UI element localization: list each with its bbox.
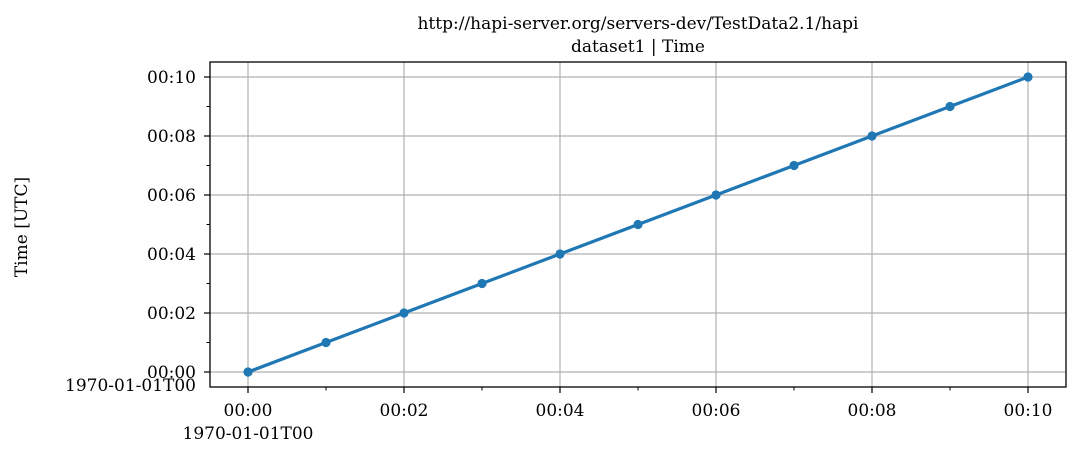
chart-subtitle: dataset1 | Time — [571, 37, 705, 57]
data-point — [711, 190, 721, 200]
data-point — [1023, 72, 1033, 82]
x-tick-label: 00:04 — [536, 401, 585, 421]
y-tick-label: 00:02 — [147, 304, 196, 324]
plot-area — [243, 72, 1033, 377]
x-tick-label: 00:00 — [224, 401, 273, 421]
chart-title: http://hapi-server.org/servers-dev/TestD… — [417, 14, 859, 34]
y-tick-label: 00:04 — [147, 245, 196, 265]
data-point — [399, 308, 409, 318]
data-point — [555, 249, 565, 259]
x-axis-reference-label: 1970-01-01T00 — [183, 424, 314, 444]
data-point — [243, 367, 253, 377]
data-point — [945, 101, 955, 112]
x-tick-label: 00:08 — [848, 401, 897, 421]
x-tick-label: 00:06 — [692, 401, 741, 421]
data-point — [633, 219, 643, 230]
x-tick-label: 00:02 — [380, 401, 429, 421]
data-point — [477, 278, 487, 289]
y-tick-label: 00:06 — [147, 186, 196, 206]
x-tick-label: 00:10 — [1004, 401, 1053, 421]
chart: http://hapi-server.org/servers-dev/TestD… — [12, 14, 1067, 444]
y-tick-label: 00:08 — [147, 127, 196, 147]
data-point — [867, 131, 877, 141]
y-axis-reference-label: 1970-01-01T00 — [65, 376, 196, 396]
y-tick-label: 00:10 — [147, 68, 196, 88]
data-point — [321, 337, 331, 348]
y-axis-label: Time [UTC] — [12, 177, 32, 277]
data-point — [789, 160, 799, 171]
